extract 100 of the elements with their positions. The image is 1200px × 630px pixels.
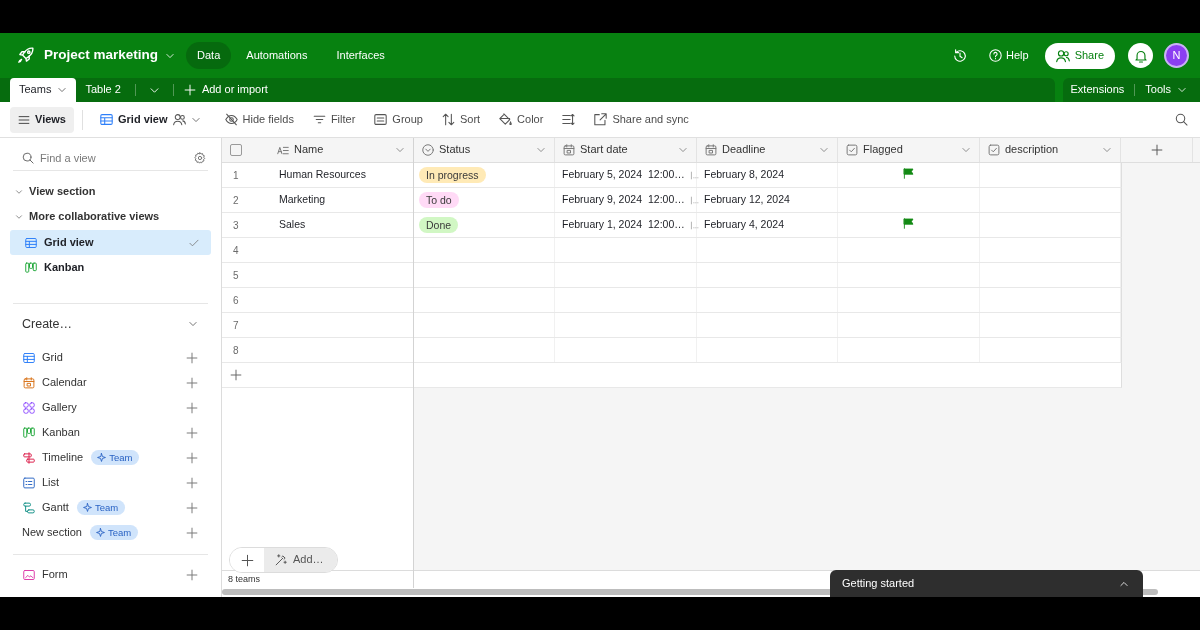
select-all-checkbox[interactable]	[230, 144, 242, 156]
user-avatar[interactable]: N	[1164, 43, 1189, 68]
row-number: 4	[232, 243, 240, 258]
grid-icon	[25, 236, 37, 249]
view-item[interactable]: Kanban	[10, 255, 211, 280]
chevron-circle-icon	[422, 144, 434, 156]
extensions-button[interactable]: Extensions	[1065, 83, 1130, 97]
section-header[interactable]: More collaborative views	[10, 204, 211, 229]
filter-icon	[312, 113, 326, 126]
plus-icon[interactable]	[186, 351, 198, 364]
base-title-button[interactable]: Project marketing	[40, 45, 180, 66]
table-cell-text: Human Resources	[278, 167, 367, 183]
view-item[interactable]: Grid view	[10, 230, 211, 255]
row-number: 1	[232, 168, 240, 183]
status-tag: To do	[419, 191, 459, 209]
toolbar-button[interactable]: Group	[369, 108, 428, 131]
time-text: 12:00…	[647, 192, 685, 208]
settings-icon[interactable]	[194, 152, 206, 164]
checkbox-icon	[846, 144, 858, 156]
toolbar-button[interactable]: Color	[494, 108, 549, 131]
add-table-button[interactable]: Add or import	[178, 78, 273, 102]
plus-icon[interactable]	[230, 369, 242, 381]
chevron-down-icon	[395, 145, 405, 155]
create-header[interactable]: Create…	[10, 309, 211, 339]
create-view-item[interactable]: Gantt Team	[23, 495, 126, 520]
plus-icon[interactable]	[186, 501, 198, 514]
column-header[interactable]: Status	[414, 138, 555, 162]
bell-icon	[1133, 48, 1148, 63]
create-view-item[interactable]: Form	[23, 562, 68, 587]
grid-icon	[100, 113, 113, 126]
create-view-item[interactable]: Calendar	[23, 370, 87, 395]
table-tab[interactable]: Table 2	[76, 78, 130, 102]
rocket-icon	[17, 47, 34, 64]
plus-icon[interactable]	[186, 426, 198, 439]
create-view-item[interactable]: Kanban	[23, 420, 80, 445]
toolbar-button[interactable]: Filter	[307, 108, 361, 131]
chevron-down-icon	[1102, 145, 1112, 155]
create-view-item[interactable]: New section Team	[22, 520, 139, 545]
menu-icon	[18, 113, 30, 126]
plus-icon	[183, 84, 196, 96]
search-icon	[22, 152, 34, 164]
picture-frame-icon	[23, 568, 35, 581]
row-number: 7	[232, 318, 240, 333]
plus-icon[interactable]	[186, 451, 198, 464]
card-lines-icon	[374, 113, 388, 126]
tools-button[interactable]: Tools	[1140, 83, 1192, 97]
date-text: February 9, 2024	[562, 192, 642, 208]
search-field[interactable]: Find a view	[40, 149, 188, 167]
create-view-item[interactable]: Gallery	[23, 395, 77, 420]
chevron-down-icon	[961, 145, 971, 155]
toolbar-button[interactable]: Hide fields	[219, 108, 299, 131]
timeline-icon	[23, 451, 35, 464]
four-squares-icon	[23, 401, 35, 414]
chevron-down-icon	[57, 85, 68, 95]
nav-tab[interactable]: Automations	[235, 41, 319, 70]
plus-icon[interactable]	[186, 568, 198, 581]
notifications-button[interactable]	[1128, 43, 1153, 68]
table-tab[interactable]: Teams	[10, 78, 77, 102]
chevron-down-icon	[678, 145, 688, 155]
history-icon[interactable]	[953, 48, 967, 63]
row-number: 8	[232, 343, 240, 358]
getting-started-button[interactable]: Getting started	[830, 570, 1143, 597]
sparkle-icon	[97, 453, 107, 462]
share-button[interactable]: Share	[1044, 42, 1115, 69]
help-button[interactable]: Help	[983, 44, 1035, 67]
column-header[interactable]: Deadline	[697, 138, 838, 162]
section-header[interactable]: View section	[10, 179, 211, 204]
people-icon	[172, 113, 186, 126]
nav-tab[interactable]: Interfaces	[325, 41, 396, 70]
status-tag: Done	[419, 216, 459, 234]
column-header[interactable]: Flagged	[838, 138, 980, 162]
add-menu-button[interactable]: Add…	[264, 548, 337, 572]
bar-dots-icon	[689, 170, 699, 180]
table-cell-text: Sales	[278, 217, 307, 233]
up-down-arrows-icon	[441, 113, 455, 126]
plus-icon[interactable]	[186, 401, 198, 414]
nav-tab[interactable]: Data	[186, 41, 232, 70]
bar-dots-icon	[689, 220, 699, 230]
views-button[interactable]: Views	[10, 106, 74, 133]
search-icon[interactable]	[1175, 113, 1188, 126]
chevron-down-icon	[819, 145, 829, 155]
line-height-icon[interactable]	[562, 113, 576, 126]
column-header[interactable]: Start date	[555, 138, 697, 162]
eye-slash-icon	[224, 113, 238, 126]
plus-icon[interactable]	[186, 376, 198, 389]
create-view-item[interactable]: Timeline Team	[23, 445, 140, 470]
plus-icon[interactable]	[186, 476, 198, 489]
badge-label: Team	[109, 451, 133, 464]
row-number: 2	[232, 193, 240, 208]
view-switcher-button[interactable]: Grid view	[95, 108, 206, 131]
calendar-icon	[563, 144, 575, 156]
toolbar-button[interactable]: Sort	[436, 108, 486, 131]
create-view-item[interactable]: List	[23, 470, 60, 495]
toolbar-button[interactable]: Share and sync	[589, 108, 694, 131]
create-view-item[interactable]: Grid	[23, 345, 63, 370]
plus-icon[interactable]	[186, 526, 198, 539]
row-number: 6	[232, 293, 240, 308]
status-tag: In progress	[419, 166, 486, 184]
column-header[interactable]: description	[980, 138, 1121, 162]
chevron-down-icon	[536, 145, 546, 155]
